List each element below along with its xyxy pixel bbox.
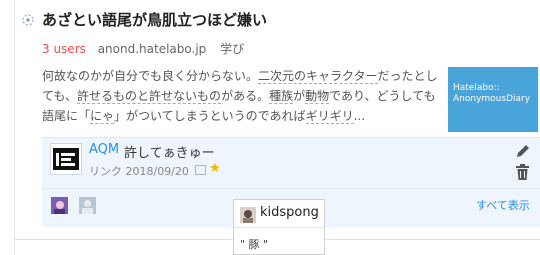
thumbnail-line: Hatelabo:: <box>453 83 500 93</box>
entry-domain-link[interactable]: anond.hatelabo.jp <box>98 42 207 56</box>
entry-title[interactable]: あざとい語尾が鳥肌立つほど嫌い <box>42 9 267 30</box>
keyword-link[interactable]: 二次元のキャラクター <box>258 69 378 84</box>
entry-thumbnail[interactable]: Hatelabo:: AnonymousDiary <box>448 67 538 132</box>
user-count-link[interactable]: 3 users <box>42 42 86 56</box>
summary-text: が <box>293 89 306 103</box>
keyword-link[interactable]: にゃ <box>90 109 115 124</box>
entry-category-link[interactable]: 学び <box>220 42 244 56</box>
keyword-link[interactable]: ギリギリ <box>305 109 354 124</box>
entry-summary: 何故なのかが自分でも良く分からない。二次元のキャラクターだったとしても、許せるも… <box>42 66 442 126</box>
thumbnail-line: AnonymousDiary <box>453 94 531 104</box>
star-icon[interactable]: ★ <box>209 161 221 176</box>
summary-text: がある。 <box>221 89 270 103</box>
comment-user-avatar[interactable] <box>50 143 82 175</box>
summary-text: 」がついてしまうというのであれば <box>114 109 306 123</box>
hatena-bookmark-icon <box>22 14 34 26</box>
star-user-avatar[interactable] <box>79 197 96 214</box>
popup-username[interactable]: kidspong <box>260 205 319 220</box>
left-divider <box>14 0 15 255</box>
comment-username-link[interactable]: AQM <box>89 142 119 157</box>
edit-icon[interactable] <box>515 143 531 159</box>
keyword-link[interactable]: 動物 <box>305 89 330 104</box>
summary-text: 何故なのかが自分でも良く分からない。 <box>42 69 259 83</box>
popup-comment: " 豚 " <box>240 238 269 251</box>
entry-meta: 3 users anond.hatelabo.jp 学び <box>42 40 244 57</box>
summary-text: ... <box>353 109 366 123</box>
add-star-icon[interactable] <box>195 165 206 175</box>
delete-icon[interactable] <box>515 164 530 180</box>
popup-divider <box>234 227 324 228</box>
comment-date-link[interactable]: リンク 2018/09/20 <box>89 163 189 179</box>
star-user-avatar[interactable] <box>51 197 68 214</box>
avatar-image <box>53 148 79 170</box>
comment-text: 許してぁきゅー <box>124 146 215 161</box>
keyword-link[interactable]: 種族 <box>269 89 294 104</box>
star-user-popup: kidspong " 豚 " <box>233 199 325 255</box>
popup-avatar[interactable] <box>240 207 256 223</box>
keyword-link[interactable]: 許せるものと許せないもの <box>77 89 222 104</box>
show-all-link[interactable]: すべて表示 <box>476 197 530 213</box>
